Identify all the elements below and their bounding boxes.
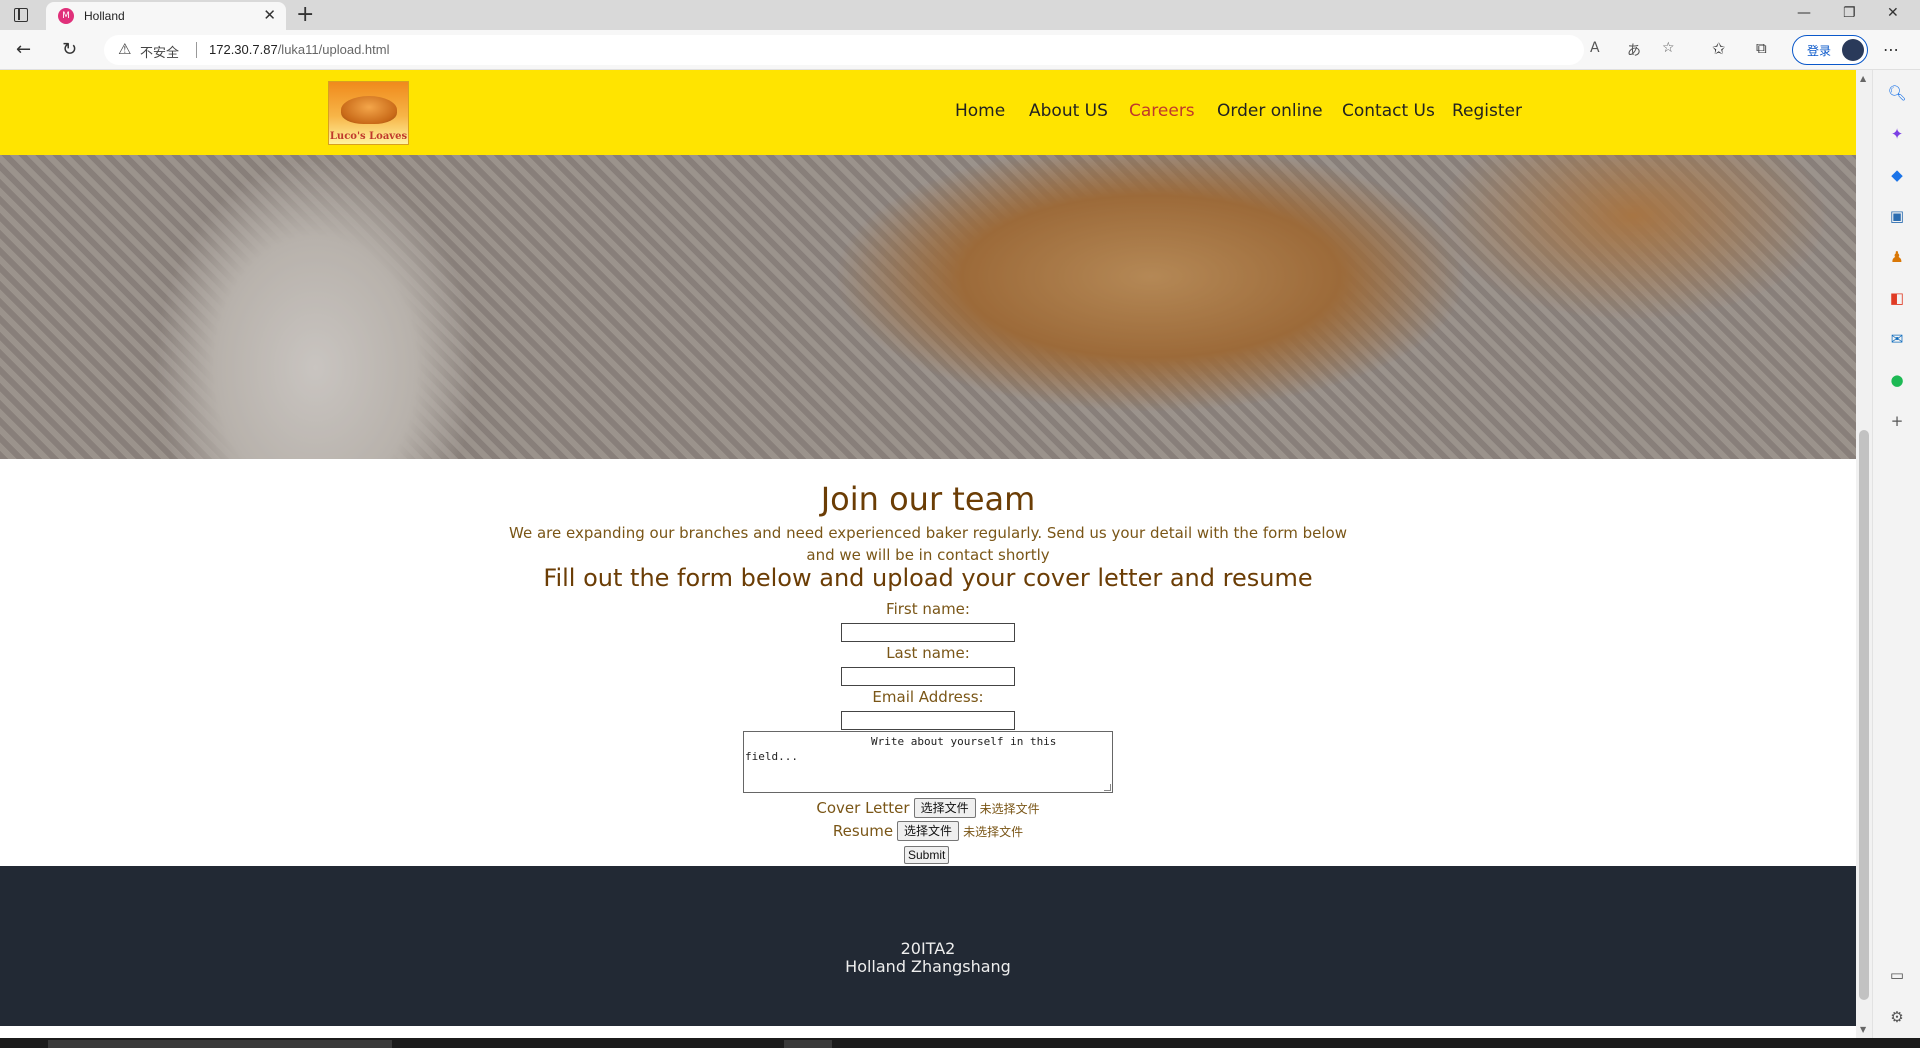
first-name-label: First name: [886, 600, 970, 618]
page-viewport: Luco's Loaves Home About US Careers Orde… [0, 70, 1856, 1038]
scroll-thumb[interactable] [1859, 430, 1869, 1000]
croissant-icon [341, 96, 397, 124]
browser-sidebar: 🔍︎ ✦ ◆ ▣ ♟ ◧ ✉ ● + ▭ ⚙ [1872, 70, 1920, 1048]
email-label: Email Address: [872, 688, 984, 706]
last-name-field[interactable] [841, 667, 1015, 686]
intro-text: We are expanding our branches and need e… [500, 522, 1356, 566]
nav-home[interactable]: Home [955, 101, 1005, 121]
cover-letter-status: 未选择文件 [979, 801, 1040, 816]
sidebar-settings-icon[interactable]: ⚙ [1886, 1006, 1908, 1028]
scroll-down-icon[interactable]: ▼ [1860, 1025, 1866, 1034]
profile-login-button[interactable]: 登录 [1792, 35, 1868, 65]
email-field[interactable] [841, 711, 1015, 730]
logo-text: Luco's Loaves [329, 131, 408, 142]
url-host: 172.30.7.87 [209, 42, 278, 57]
resume-choose-button[interactable]: 选择文件 [897, 821, 960, 841]
office-icon[interactable]: ◧ [1886, 287, 1908, 309]
nav-contact-us[interactable]: Contact Us [1342, 101, 1435, 121]
url-text[interactable]: 172.30.7.87/luka11/upload.html [209, 42, 389, 57]
login-label: 登录 [1807, 44, 1832, 58]
hide-sidebar-icon[interactable]: ▭ [1886, 964, 1908, 986]
cover-letter-row: Cover Letter 选择文件 未选择文件 [0, 798, 1856, 818]
cover-letter-choose-button[interactable]: 选择文件 [913, 798, 976, 818]
last-name-label: Last name: [886, 644, 970, 662]
footer-class-code: 20ITA2 [900, 939, 956, 958]
favorite-star-icon[interactable]: ☆ [1662, 40, 1675, 56]
resume-row: Resume 选择文件 未选择文件 [0, 821, 1856, 841]
copilot-icon[interactable]: ✦ [1886, 123, 1908, 145]
search-icon[interactable]: 🔍︎ [1886, 82, 1908, 104]
collections-icon[interactable]: ⧉ [1756, 39, 1767, 57]
translate-icon[interactable]: あ [1627, 40, 1641, 60]
nav-about-us[interactable]: About US [1029, 101, 1108, 121]
tab-close-icon[interactable]: ✕ [263, 6, 276, 24]
intro-line-1: We are expanding our branches and need e… [509, 524, 1347, 542]
site-footer: 20ITA2 Holland Zhangshang [0, 866, 1856, 1026]
back-icon[interactable]: ← [16, 39, 31, 60]
window-close-icon[interactable]: ✕ [1887, 5, 1899, 21]
hero-image [0, 155, 1856, 459]
shopping-icon[interactable]: ◆ [1886, 164, 1908, 186]
page-scrollbar[interactable]: ▲ ▼ [1856, 70, 1872, 1038]
more-menu-icon[interactable]: ⋯ [1883, 40, 1899, 59]
tab-actions-icon[interactable] [14, 8, 28, 22]
hero-overlay [0, 155, 1856, 459]
avatar [1842, 39, 1864, 61]
browser-tab[interactable]: M Holland ✕ [46, 2, 286, 30]
add-sidebar-app-icon[interactable]: + [1886, 410, 1908, 432]
restore-icon[interactable]: ❐ [1843, 5, 1856, 21]
resume-label: Resume [832, 822, 894, 840]
about-textarea[interactable]: Write about yourself in this field... [743, 731, 1113, 793]
warning-icon[interactable]: ⚠ [118, 40, 131, 58]
security-label[interactable]: 不安全 [140, 42, 179, 61]
minimize-icon[interactable]: — [1797, 5, 1811, 21]
page-title: Join our team [820, 480, 1036, 518]
first-name-field[interactable] [841, 623, 1015, 642]
os-taskbar [0, 1038, 1920, 1048]
spotify-icon[interactable]: ● [1886, 369, 1908, 391]
site-logo[interactable]: Luco's Loaves [328, 81, 409, 145]
address-toolbar: ← ↻ ⚠ 不安全 172.30.7.87/luka11/upload.html… [0, 30, 1920, 70]
taskbar-item[interactable] [784, 1040, 832, 1048]
outlook-icon[interactable]: ✉ [1886, 328, 1908, 350]
read-aloud-icon[interactable]: A [1590, 40, 1600, 56]
site-navbar: Luco's Loaves Home About US Careers Orde… [0, 70, 1856, 155]
new-tab-icon[interactable]: + [296, 2, 314, 28]
form-heading: Fill out the form below and upload your … [543, 564, 1313, 592]
footer-author: Holland Zhangshang [845, 957, 1011, 976]
intro-line-2: and we will be in contact shortly [806, 546, 1050, 564]
address-bar[interactable]: ⚠ 不安全 172.30.7.87/luka11/upload.html A あ… [104, 35, 1675, 65]
nav-careers[interactable]: Careers [1129, 101, 1195, 121]
cover-letter-label: Cover Letter [816, 799, 910, 817]
taskbar-item[interactable] [48, 1040, 392, 1048]
browser-tab-bar: M Holland ✕ + — ❐ ✕ [0, 0, 1920, 30]
resume-status: 未选择文件 [963, 824, 1024, 839]
favorites-icon[interactable]: ✩ [1712, 39, 1725, 58]
address-separator [196, 42, 197, 58]
games-icon[interactable]: ♟ [1886, 246, 1908, 268]
nav-order-online[interactable]: Order online [1217, 101, 1323, 121]
scroll-up-icon[interactable]: ▲ [1860, 74, 1866, 83]
tab-title: Holland [84, 9, 125, 23]
url-path: /luka11/upload.html [277, 42, 390, 57]
nav-register[interactable]: Register [1452, 101, 1522, 121]
favicon-icon: M [58, 8, 74, 24]
tools-icon[interactable]: ▣ [1886, 205, 1908, 227]
submit-button[interactable]: Submit [904, 846, 950, 864]
reload-icon[interactable]: ↻ [62, 39, 77, 60]
